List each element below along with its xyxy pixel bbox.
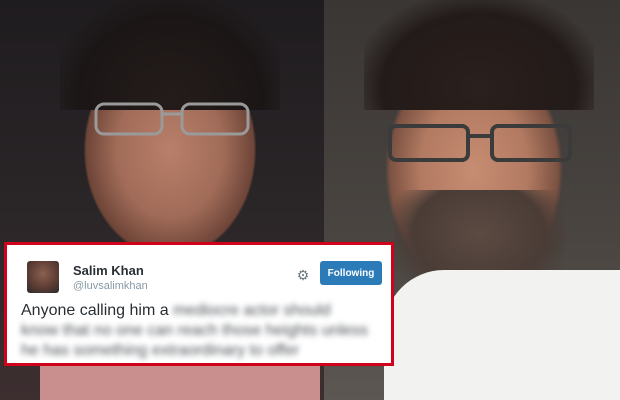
tweet-text-visible: Anyone calling him a bbox=[21, 302, 169, 319]
tweet-text-blurred: mediocre actor should bbox=[173, 302, 331, 319]
tweet-text-blurred: he has something extraordinary to offer bbox=[21, 342, 300, 359]
glasses-icon bbox=[94, 102, 250, 136]
hair-shape bbox=[364, 0, 594, 110]
tweet-header: Salim Khan @luvsalimkhan ⚙ Following bbox=[21, 257, 382, 295]
tweet-text: Anyone calling him a mediocre actor shou… bbox=[21, 301, 381, 361]
author-name[interactable]: Salim Khan bbox=[73, 263, 144, 278]
glasses-icon bbox=[388, 124, 572, 162]
shirt-shape bbox=[384, 270, 620, 400]
author-handle[interactable]: @luvsalimkhan bbox=[73, 280, 148, 292]
hair-shape bbox=[60, 0, 280, 110]
gear-icon[interactable]: ⚙ bbox=[293, 265, 313, 285]
tweet-text-blurred: know that no one can reach those heights… bbox=[21, 322, 368, 339]
tweet-card: Salim Khan @luvsalimkhan ⚙ Following Any… bbox=[4, 242, 394, 366]
avatar[interactable] bbox=[27, 261, 59, 293]
following-button[interactable]: Following bbox=[320, 261, 382, 285]
